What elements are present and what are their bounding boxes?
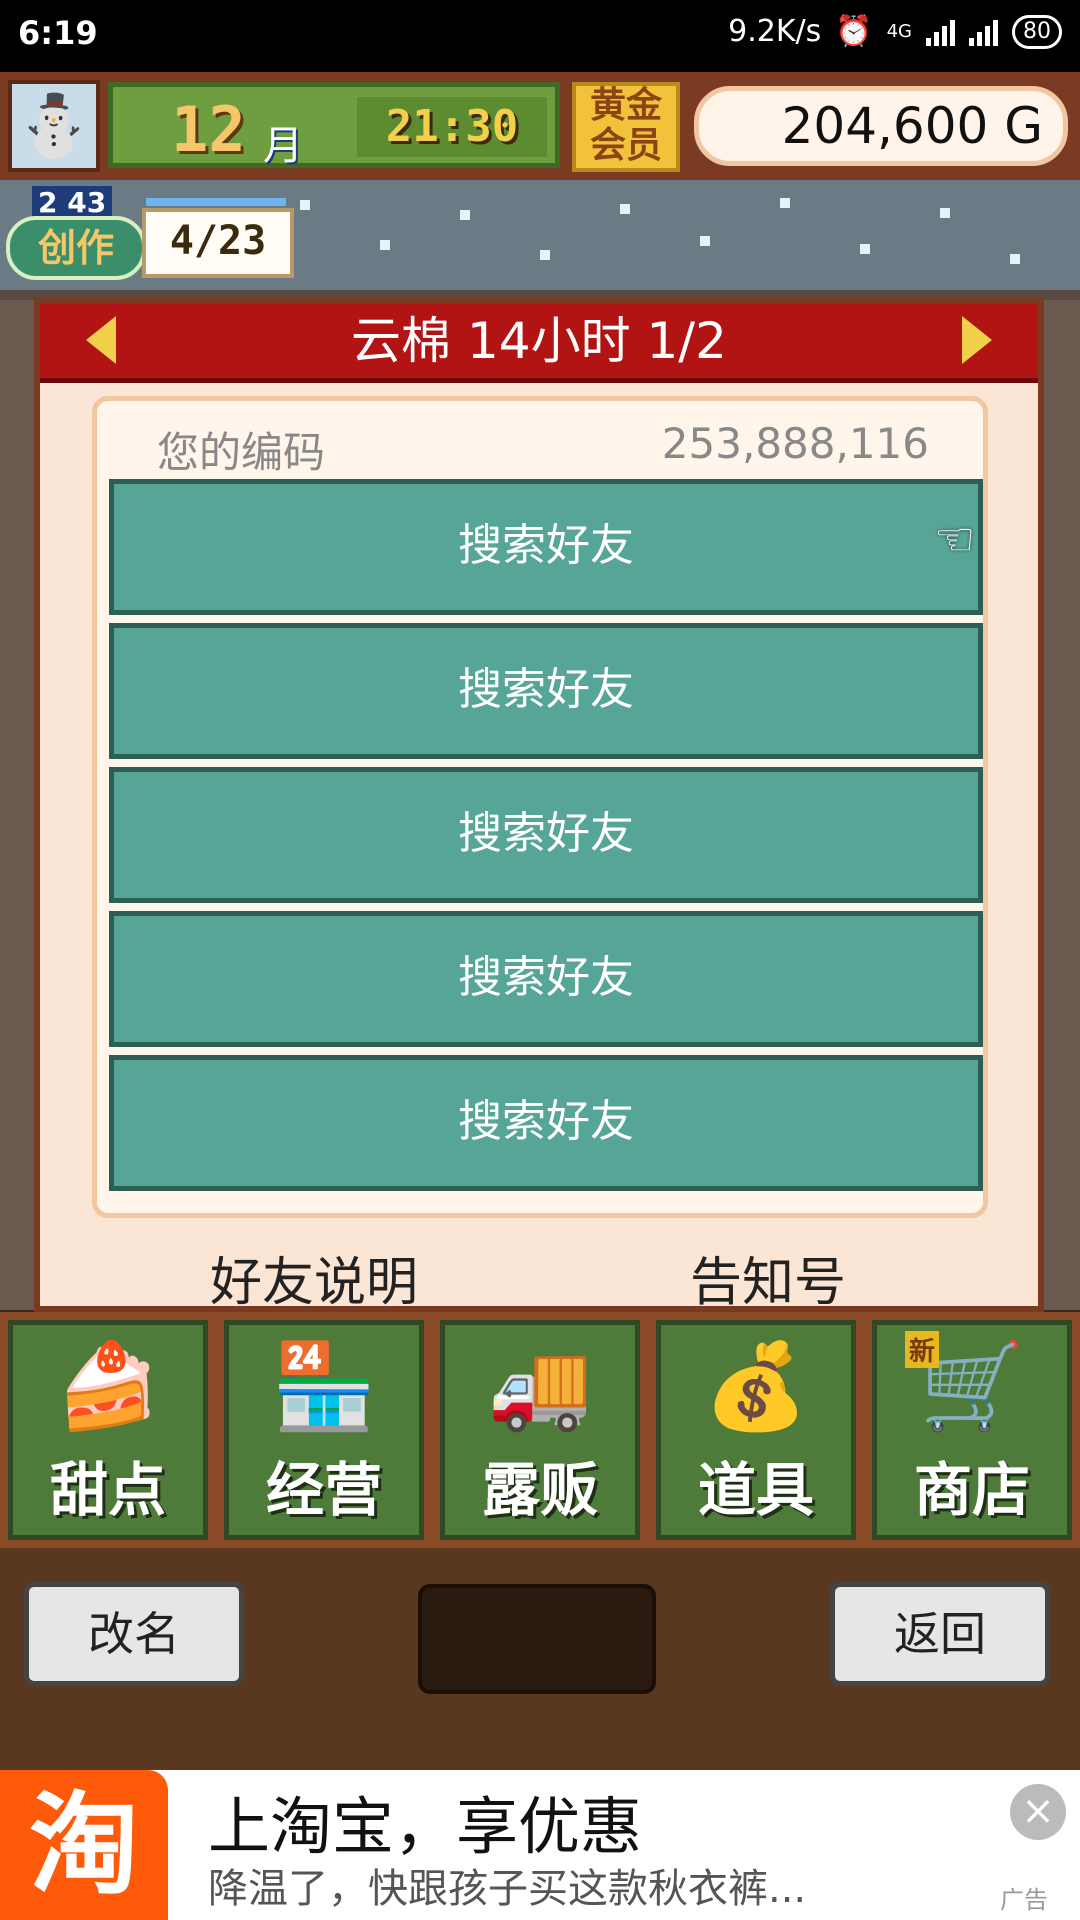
prev-arrow-icon[interactable]: [86, 316, 116, 364]
ad-title[interactable]: 上淘宝，享优惠: [208, 1776, 642, 1866]
signal-icon: [926, 18, 955, 46]
ad-tag: 广告: [1000, 1886, 1048, 1914]
ad-subtitle[interactable]: 降温了，快跟孩子买这款秋衣裤...: [208, 1856, 806, 1914]
bottom-bar: 改名 返回: [0, 1548, 1080, 1770]
status-right: 9.2K/s ⏰ 4G 80: [728, 14, 1062, 49]
search-friend-button[interactable]: 搜索好友: [109, 479, 983, 615]
status-time: 6:19: [18, 14, 98, 52]
empty-slot: [418, 1584, 656, 1694]
friend-dialog: 云棉 14小时 1/2 您的编码 253,888,116 搜索好友 搜索好友 搜…: [34, 298, 1044, 1315]
creation-count: 4/23: [142, 208, 294, 278]
game-clock: 21:30: [357, 97, 547, 157]
menu-label: 甜点: [49, 1456, 166, 1524]
street-right: [1040, 300, 1080, 1310]
dialog-title-bar: 云棉 14小时 1/2: [40, 304, 1038, 383]
back-button[interactable]: 返回: [830, 1582, 1050, 1686]
status-bar: 6:19 9.2K/s ⏰ 4G 80: [0, 0, 1080, 72]
creation-exp-bar: [146, 198, 286, 206]
friend-help-link[interactable]: 好友说明: [210, 1240, 418, 1315]
search-friend-button[interactable]: 搜索好友: [109, 1055, 983, 1191]
money-display: 204,600 G: [694, 86, 1068, 166]
notice-id-link[interactable]: 告知号: [690, 1240, 846, 1315]
battery-icon: 80: [1012, 14, 1062, 49]
date-display: 12 月 21:30: [108, 82, 560, 169]
cake-icon: 🍰: [55, 1337, 161, 1435]
friend-list-panel: 您的编码 253,888,116 搜索好友 搜索好友 搜索好友 搜索好友 搜索好…: [92, 396, 988, 1218]
network-type: 4G: [886, 21, 912, 42]
food-truck-icon: 🚚: [487, 1337, 593, 1435]
menu-items[interactable]: 💰 道具: [656, 1320, 856, 1540]
creation-level: 2 43: [32, 186, 113, 219]
month-number: 12: [171, 93, 246, 166]
signal-icon-2: [969, 18, 998, 46]
search-friend-button[interactable]: 搜索好友: [109, 767, 983, 903]
rename-button[interactable]: 改名: [24, 1582, 244, 1686]
gold-member-badge[interactable]: 黄金会员: [572, 82, 680, 172]
shop-icon: 🏪: [271, 1337, 377, 1435]
close-icon[interactable]: ×: [1010, 1784, 1066, 1840]
menu-label: 商店: [913, 1456, 1030, 1524]
month-unit: 月: [263, 123, 303, 169]
menu-label: 经营: [265, 1456, 382, 1524]
menu-store[interactable]: 🛒 新 商店: [872, 1320, 1072, 1540]
alarm-icon: ⏰: [835, 14, 873, 49]
menu-food-truck[interactable]: 🚚 露贩: [440, 1320, 640, 1540]
creation-progress[interactable]: 2 43 创作 4/23: [6, 186, 296, 282]
ad-banner[interactable]: 淘 上淘宝，享优惠 降温了，快跟孩子买这款秋衣裤... × 广告: [0, 1770, 1080, 1920]
items-bag-icon: 💰: [703, 1337, 809, 1435]
new-badge: 新: [905, 1331, 940, 1368]
menu-label: 道具: [697, 1456, 814, 1524]
search-friend-button[interactable]: 搜索好友: [109, 623, 983, 759]
taobao-logo-icon[interactable]: 淘: [0, 1770, 168, 1920]
hand-pointer-icon: ☜: [934, 512, 976, 566]
menu-management[interactable]: 🏪 经营: [224, 1320, 424, 1540]
dialog-title: 云棉 14小时 1/2: [351, 312, 727, 370]
creation-label: 创作: [6, 216, 146, 280]
your-code-value: 253,888,116: [661, 419, 929, 468]
main-menu-bar: 🍰 甜点 🏪 经营 🚚 露贩 💰 道具 🛒 新 商店: [0, 1312, 1080, 1548]
menu-label: 露贩: [481, 1456, 598, 1524]
search-friend-button[interactable]: 搜索好友: [109, 911, 983, 1047]
your-code-label: 您的编码: [157, 428, 326, 477]
next-arrow-icon[interactable]: [962, 316, 992, 364]
network-speed: 9.2K/s: [728, 14, 822, 49]
top-hud: ⛄ 12 月 21:30 黄金会员 204,600 G: [0, 72, 1080, 180]
snowman-avatar-icon[interactable]: ⛄: [8, 80, 100, 172]
menu-dessert[interactable]: 🍰 甜点: [8, 1320, 208, 1540]
